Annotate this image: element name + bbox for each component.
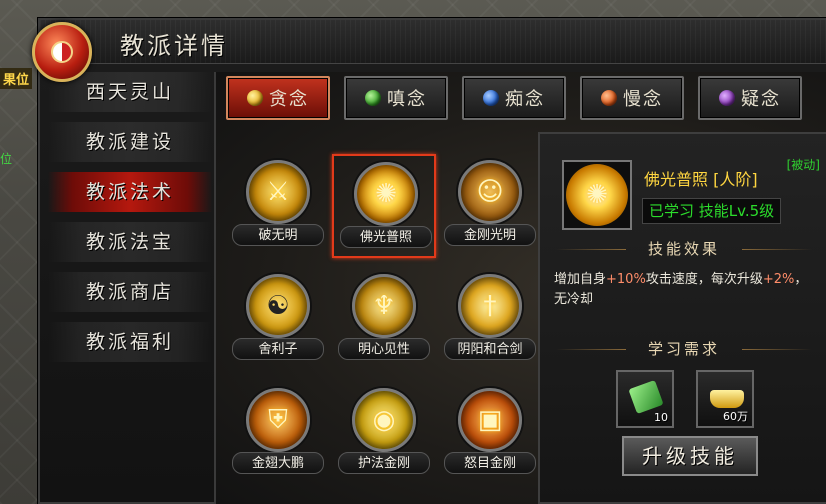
title-bar[interactable]: 教派详情 [40, 20, 826, 64]
monk-icon: ♆ [352, 274, 416, 338]
tab-greed[interactable]: 贪念 [226, 76, 330, 120]
passive-tag: [被动] [786, 158, 820, 172]
skill-label: 佛光普照 [340, 226, 432, 248]
desc-text: 无冷却 [554, 292, 594, 307]
skill-label: 护法金刚 [338, 452, 430, 474]
tab-doubt-label: 疑念 [741, 89, 781, 110]
item-quantity: 10 [654, 411, 668, 424]
tab-delusion[interactable]: 痴念 [462, 76, 566, 120]
tab-greed-label: 贪念 [269, 89, 309, 110]
tab-anger[interactable]: 嗔念 [344, 76, 448, 120]
sidebar-item-sect-spells[interactable]: 教派法术 [48, 172, 212, 212]
skill-label: 金翅大鹏 [232, 452, 324, 474]
world-side-label-2: 位 [0, 152, 13, 166]
skill-ming-xin-jian-xing[interactable]: ♆ 明心见性 [332, 268, 436, 372]
sidebar-item-sect-construction[interactable]: 教派建设 [48, 122, 212, 162]
skill-nu-mu-jin-gang[interactable]: ▣ 怒目金刚 [438, 382, 542, 486]
world-side-label: 果位 [0, 68, 33, 89]
item-quantity: 60万 [723, 410, 748, 423]
skill-jin-gang-guang-ming[interactable]: ☺ 金刚光明 [438, 154, 542, 258]
skill-po-wu-ming[interactable]: ⚔ 破无明 [226, 154, 330, 258]
tab-delusion-label: 痴念 [505, 89, 545, 110]
skill-description: 增加自身+10%攻击速度，每次升级+2%， 无冷却 [554, 270, 824, 310]
sidebar: 西天灵山 教派建设 教派法术 教派法宝 教派商店 教派福利 [48, 72, 212, 372]
spear-icon: ⚔ [246, 160, 310, 224]
purple-orb-icon [719, 90, 735, 106]
desc-highlight: +10% [606, 272, 646, 287]
skill-she-li-zi[interactable]: ☯ 舍利子 [226, 268, 330, 372]
sidebar-item-sect-treasure[interactable]: 教派法宝 [48, 222, 212, 262]
skill-label: 明心见性 [338, 338, 430, 360]
warrior-icon: ☺ [458, 160, 522, 224]
skill-detail-panel: ✺ [被动] 佛光普照 [人阶] 已学习 技能Lv.5级 技能效果 增加自身+1… [538, 132, 826, 504]
skill-label: 阴阳和合剑 [444, 338, 536, 360]
orange-orb-icon [601, 90, 617, 106]
blue-orb-icon [483, 90, 499, 106]
required-item-jade-scroll[interactable]: 10 [616, 370, 674, 428]
sword-icon: † [458, 274, 522, 338]
holy-light-icon: ✺ [354, 162, 418, 226]
desc-text: ， [794, 272, 808, 287]
selected-skill-icon-frame: ✺ [562, 160, 632, 230]
green-orb-icon [365, 90, 381, 106]
sect-emblem-icon [32, 22, 92, 82]
skill-label: 金刚光明 [444, 224, 536, 246]
skill-name: 佛光普照 [人阶] [644, 170, 758, 189]
skill-label: 破无明 [232, 224, 324, 246]
desc-text: 增加自身 [554, 272, 607, 287]
holy-light-icon: ✺ [566, 164, 628, 226]
skill-yin-yang-he-he-jian[interactable]: † 阴阳和合剑 [438, 268, 542, 372]
desc-highlight: +2% [762, 272, 795, 287]
skill-label: 舍利子 [232, 338, 324, 360]
window-title: 教派详情 [120, 32, 228, 60]
tab-anger-label: 嗔念 [387, 89, 427, 110]
gold-ingot-icon [710, 390, 744, 408]
required-item-gold[interactable]: 60万 [696, 370, 754, 428]
tab-pride-label: 慢念 [623, 89, 663, 110]
requirement-section-header: 学习需求 [546, 338, 822, 360]
yellow-orb-icon [247, 90, 263, 106]
skill-jin-chi-da-peng[interactable]: ⛨ 金翅大鹏 [226, 382, 330, 486]
learned-status: 已学习 技能Lv.5级 [642, 198, 782, 224]
shield-icon: ⛨ [246, 388, 310, 452]
jade-scroll-icon [628, 379, 664, 415]
yin-yang-icon: ☯ [246, 274, 310, 338]
upgrade-skill-button[interactable]: 升级技能 [622, 436, 758, 476]
skill-hu-fa-jin-gang[interactable]: ◉ 护法金刚 [332, 382, 436, 486]
tab-pride[interactable]: 慢念 [580, 76, 684, 120]
eye-staff-icon: ◉ [352, 388, 416, 452]
sidebar-item-sect-shop[interactable]: 教派商店 [48, 272, 212, 312]
desc-text: 攻击速度，每次升级 [645, 272, 763, 287]
skill-label: 怒目金刚 [444, 452, 536, 474]
fire-book-icon: ▣ [458, 388, 522, 452]
skill-fo-guang-pu-zhao[interactable]: ✺ 佛光普照 [332, 154, 436, 258]
tab-doubt[interactable]: 疑念 [698, 76, 802, 120]
effect-section-header: 技能效果 [546, 238, 822, 260]
sidebar-item-sect-welfare[interactable]: 教派福利 [48, 322, 212, 362]
